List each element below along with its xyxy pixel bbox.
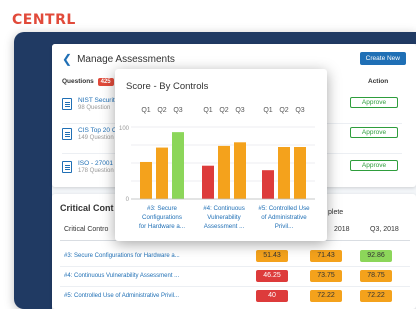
- quarter-label: Q3: [173, 107, 182, 114]
- score-pill: 78.75: [360, 270, 392, 282]
- chart-bar: [156, 147, 168, 199]
- assessment-question-count: 98 Question: [78, 105, 111, 111]
- chart-bar: [172, 132, 184, 199]
- questions-label: Questions: [62, 78, 94, 85]
- assessment-title[interactable]: CIS Top 20 C: [78, 127, 117, 134]
- score-pill: 72.22: [360, 290, 392, 302]
- year-column-header: 2018: [334, 226, 350, 233]
- y-tick-label: 100: [119, 126, 130, 132]
- quarter-label: Q3: [235, 107, 244, 114]
- score-pill: 40: [256, 290, 288, 302]
- assessment-title[interactable]: ISO - 27001 -: [78, 160, 117, 167]
- chart-bar: [234, 142, 246, 199]
- table-row[interactable]: #5: Controlled Use of Administrative Pri…: [60, 287, 410, 307]
- category-label: #5: Controlled Use: [258, 205, 310, 212]
- chart-bar: [294, 147, 306, 199]
- assessment-question-count: 149 Question: [78, 135, 114, 141]
- document-icon: [62, 128, 72, 140]
- quarter-label: Q1: [141, 107, 150, 114]
- score-pill: 92.86: [360, 250, 392, 262]
- assessments-title: Manage Assessments: [77, 53, 175, 65]
- questions-column-header: Questions 425 D: [62, 78, 123, 86]
- chart-bar: [218, 145, 230, 199]
- score-by-controls-popup: Score - By Controls 100 0 Q1 Q2 Q3 #3: Secure…: [115, 69, 327, 241]
- brand-logo: CENTRL: [12, 12, 76, 28]
- quarter-label: Q2: [157, 107, 166, 114]
- category-label: Configurations: [142, 214, 182, 221]
- category-label: of Administrative: [261, 214, 307, 221]
- chart-bar: [140, 161, 152, 199]
- chart-bar: [278, 147, 290, 199]
- create-new-button[interactable]: Create New: [359, 52, 406, 65]
- category-label: for Hardware a...: [139, 223, 185, 230]
- assessments-header: ❮ Manage Assessments: [62, 52, 175, 66]
- control-link[interactable]: #3: Secure Configurations for Hardware a…: [64, 253, 180, 259]
- score-pill: 72.22: [310, 290, 342, 302]
- control-link[interactable]: #4: Continuous Vulnerability Assessment …: [64, 273, 179, 279]
- score-pill: 71.43: [310, 250, 342, 262]
- score-pill: 73.75: [310, 270, 342, 282]
- chart-bar: [262, 170, 274, 199]
- category-label: Assessment ...: [204, 223, 245, 230]
- document-icon: [62, 161, 72, 173]
- action-column-header: Action: [368, 78, 389, 85]
- score-chart: 100 0 Q1 Q2 Q3 #3: Secure Configurations for Ha…: [119, 107, 315, 230]
- critical-controls-title: Critical Cont: [60, 203, 114, 213]
- chart-bar: [202, 165, 214, 199]
- quarter-label: Q2: [279, 107, 288, 114]
- approve-button[interactable]: Approve: [350, 97, 398, 108]
- category-label: Privil...: [275, 223, 294, 230]
- approve-button[interactable]: Approve: [350, 127, 398, 138]
- control-column-header: Critical Contro: [64, 226, 109, 233]
- score-pill: 46.25: [256, 270, 288, 282]
- control-link[interactable]: #5: Controlled Use of Administrative Pri…: [64, 293, 179, 299]
- table-row[interactable]: #4: Continuous Vulnerability Assessment …: [60, 267, 410, 287]
- approve-button[interactable]: Approve: [350, 160, 398, 171]
- chevron-left-icon[interactable]: ❮: [62, 52, 72, 66]
- assessment-question-count: 178 Question: [78, 168, 114, 174]
- document-icon: [62, 98, 72, 110]
- quarter-label: Q1: [263, 107, 272, 114]
- score-pill: 51.43: [256, 250, 288, 262]
- category-label: Vulnerability: [207, 214, 241, 221]
- questions-count-badge: 425: [97, 78, 114, 86]
- complete-header: plete: [328, 209, 344, 216]
- q3-column-header: Q3, 2018: [370, 226, 399, 233]
- assessment-title[interactable]: NIST Security: [78, 97, 118, 104]
- quarter-label: Q3: [295, 107, 304, 114]
- y-tick-label: 0: [126, 197, 130, 203]
- quarter-label: Q1: [203, 107, 212, 114]
- quarter-label: Q2: [219, 107, 228, 114]
- category-label: #3: Secure: [147, 205, 177, 212]
- category-label: #4: Continuous: [203, 205, 245, 212]
- table-row[interactable]: #3: Secure Configurations for Hardware a…: [60, 247, 410, 267]
